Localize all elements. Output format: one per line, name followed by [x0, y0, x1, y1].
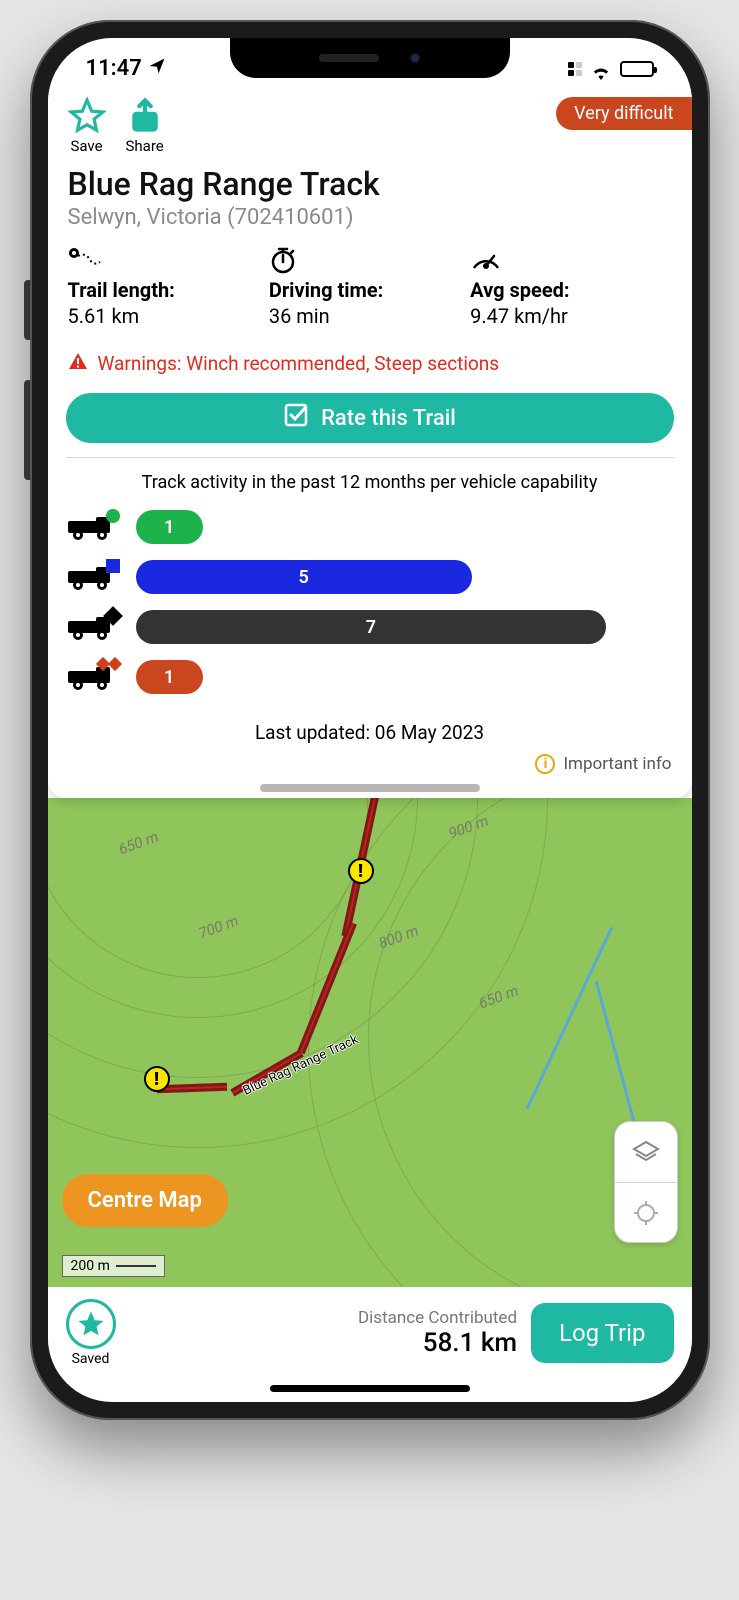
gauge-icon: [470, 246, 671, 274]
length-value: 5.61 km: [68, 304, 269, 328]
map-warning-marker[interactable]: !: [144, 1066, 170, 1092]
location-arrow-icon: [148, 56, 166, 81]
capability-marker-icon: [98, 659, 120, 669]
rate-trail-button[interactable]: Rate this Trail: [66, 393, 674, 443]
cellular-signal-icon: [568, 62, 582, 76]
map-layers-button[interactable]: [615, 1122, 677, 1182]
share-label: Share: [126, 137, 164, 155]
vehicle-icon: [66, 663, 124, 691]
warnings-text: Warnings: Winch recommended, Steep secti…: [98, 352, 500, 375]
important-info-button[interactable]: i Important info: [48, 750, 692, 782]
scale-label: 200 m: [71, 1258, 110, 1274]
centre-map-button[interactable]: Centre Map: [62, 1174, 228, 1227]
distance-caption: Distance Contributed: [130, 1308, 518, 1328]
device-notch: [230, 38, 510, 78]
checkbox-pencil-icon: [283, 402, 309, 434]
chart-caption: Track activity in the past 12 months per…: [48, 458, 692, 505]
stopwatch-icon: [269, 246, 470, 274]
home-indicator[interactable]: [270, 1385, 470, 1392]
chart-bar: 7: [136, 610, 607, 644]
chart-row: 5: [66, 555, 674, 599]
phone-screen: 11:47: [48, 38, 692, 1402]
chart-bar: 1: [136, 510, 203, 544]
speed-value: 9.47 km/hr: [470, 304, 671, 328]
saved-label: Saved: [72, 1351, 110, 1367]
length-label: Trail length:: [68, 278, 269, 302]
chart-row: 1: [66, 505, 674, 549]
share-icon: [126, 97, 164, 135]
centre-map-label: Centre Map: [88, 1188, 202, 1213]
chart-bar: 5: [136, 560, 472, 594]
warnings-row: Warnings: Winch recommended, Steep secti…: [48, 336, 692, 387]
chart-row: 7: [66, 605, 674, 649]
status-time: 11:47: [86, 56, 142, 81]
speed-label: Avg speed:: [470, 278, 671, 302]
map-area[interactable]: 650 m 700 m 800 m 900 m 650 m Blue Rag R…: [48, 798, 692, 1287]
map-locate-button[interactable]: [615, 1182, 677, 1242]
vehicle-icon: [66, 613, 124, 641]
capability-marker-icon: [106, 509, 120, 523]
distance-value: 58.1 km: [130, 1328, 518, 1358]
map-scale-bar: 200 m: [62, 1255, 165, 1277]
difficulty-badge: Very difficult: [556, 97, 691, 130]
log-trip-label: Log Trip: [559, 1319, 645, 1347]
trail-subtitle: Selwyn, Victoria (702410601): [68, 205, 672, 230]
important-info-label: Important info: [563, 754, 671, 774]
saved-button[interactable]: Saved: [66, 1299, 116, 1367]
sheet-drag-handle[interactable]: [260, 784, 480, 792]
stats-row: Trail length: 5.61 km Driving time: 36 m…: [48, 236, 692, 336]
vehicle-icon: [66, 513, 124, 541]
map-warning-marker[interactable]: !: [348, 858, 374, 884]
phone-frame: 11:47: [30, 20, 710, 1420]
trail-length-icon: [68, 246, 269, 274]
chart-bar: 1: [136, 660, 203, 694]
capability-marker-icon: [106, 559, 120, 573]
warning-triangle-icon: [68, 352, 88, 375]
rate-button-label: Rate this Trail: [321, 406, 456, 431]
map-controls: [614, 1121, 678, 1243]
info-icon: i: [535, 754, 555, 774]
share-button[interactable]: Share: [126, 97, 164, 155]
battery-icon: [620, 61, 654, 77]
log-trip-button[interactable]: Log Trip: [531, 1303, 673, 1363]
wifi-icon: [590, 61, 612, 77]
star-outline-icon: [68, 97, 106, 135]
activity-chart: 1571: [48, 505, 692, 711]
bottom-bar: Saved Distance Contributed 58.1 km Log T…: [48, 1287, 692, 1377]
save-label: Save: [70, 137, 102, 155]
last-updated-label: Last updated: 06 May 2023: [48, 711, 692, 750]
vehicle-icon: [66, 563, 124, 591]
time-label: Driving time:: [269, 278, 470, 302]
chart-row: 1: [66, 655, 674, 699]
save-button[interactable]: Save: [68, 97, 106, 155]
time-value: 36 min: [269, 304, 470, 328]
trail-title: Blue Rag Range Track: [68, 165, 672, 203]
star-filled-icon: [66, 1299, 116, 1349]
